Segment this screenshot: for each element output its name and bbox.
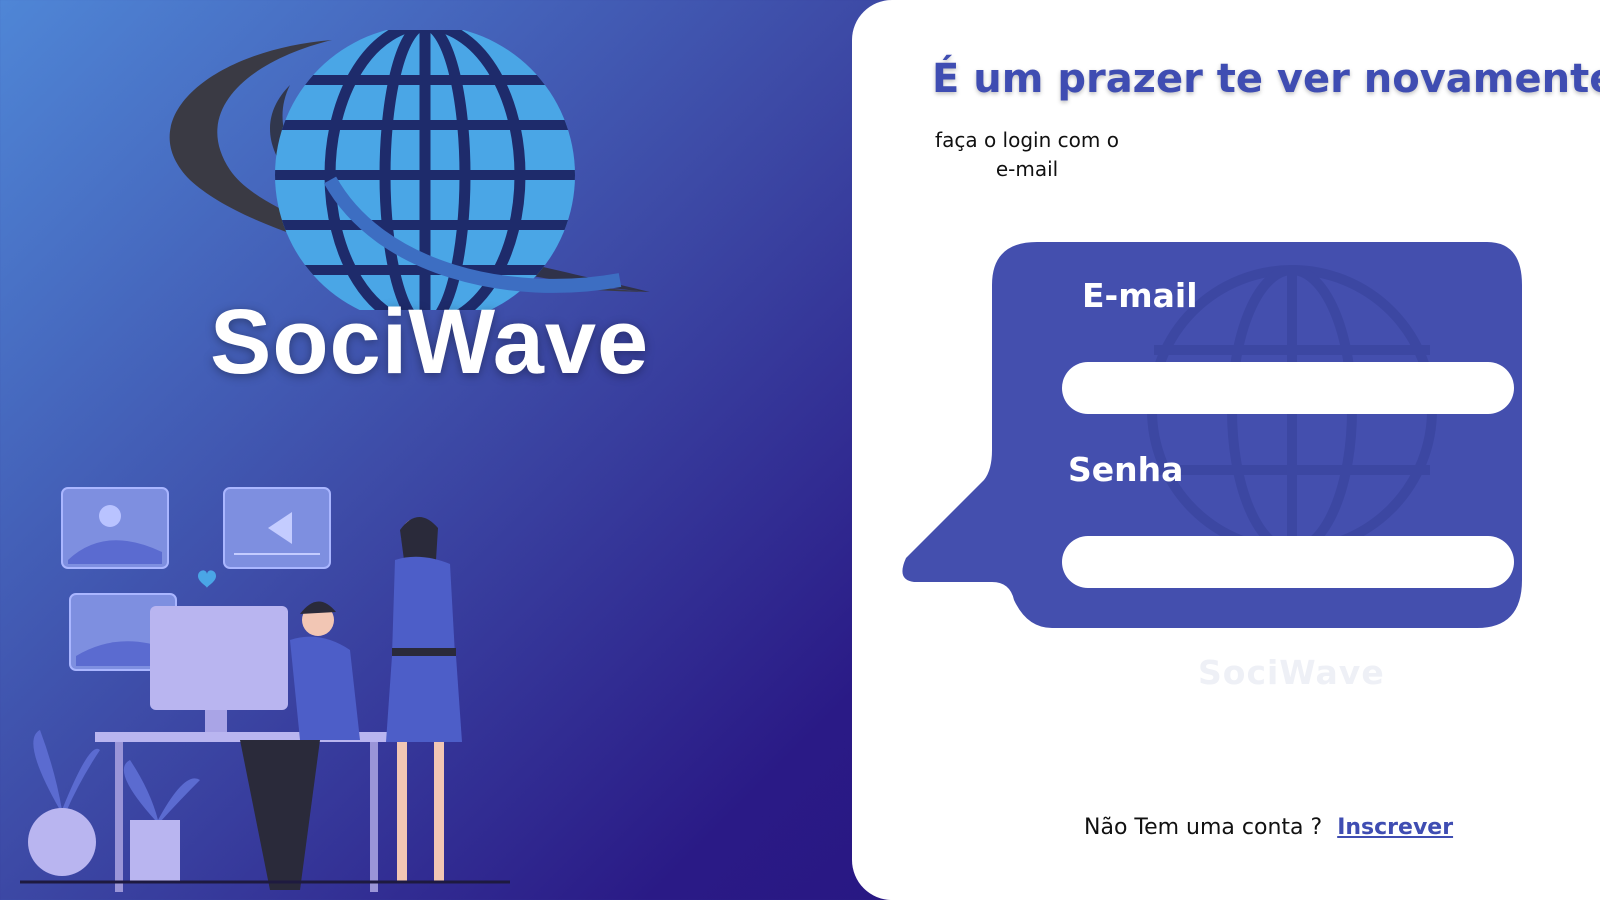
signup-prompt: Não Tem uma conta ? [1084,815,1323,840]
brand-panel: SociWave [0,0,860,900]
password-label: Senha [1068,450,1184,489]
speech-bubble-icon [902,242,1522,628]
brand-name: SociWave [210,291,650,393]
login-card: É um prazer te ver novamente faça o logi… [852,0,1600,900]
signup-row: Não Tem uma conta ? Inscrever [1084,815,1453,840]
email-field[interactable] [1062,362,1514,414]
globe-logo-icon [169,30,650,310]
signup-link[interactable]: Inscrever [1337,815,1453,840]
email-label: E-mail [1082,276,1198,315]
photo-card-icon [61,487,169,569]
login-form-bubble: E-mail Senha [892,240,1532,650]
welcome-title: É um prazer te ver novamente [932,56,1600,102]
video-card-icon [223,487,331,569]
login-subtitle: faça o login com o e-mail [935,128,1119,181]
password-field[interactable] [1062,536,1514,588]
people-media-workspace-illustration [20,487,510,892]
plant-icon [28,730,200,882]
brand-watermark: SociWave [1198,653,1385,692]
monitor-icon [150,606,288,710]
heart-icon [198,570,216,588]
